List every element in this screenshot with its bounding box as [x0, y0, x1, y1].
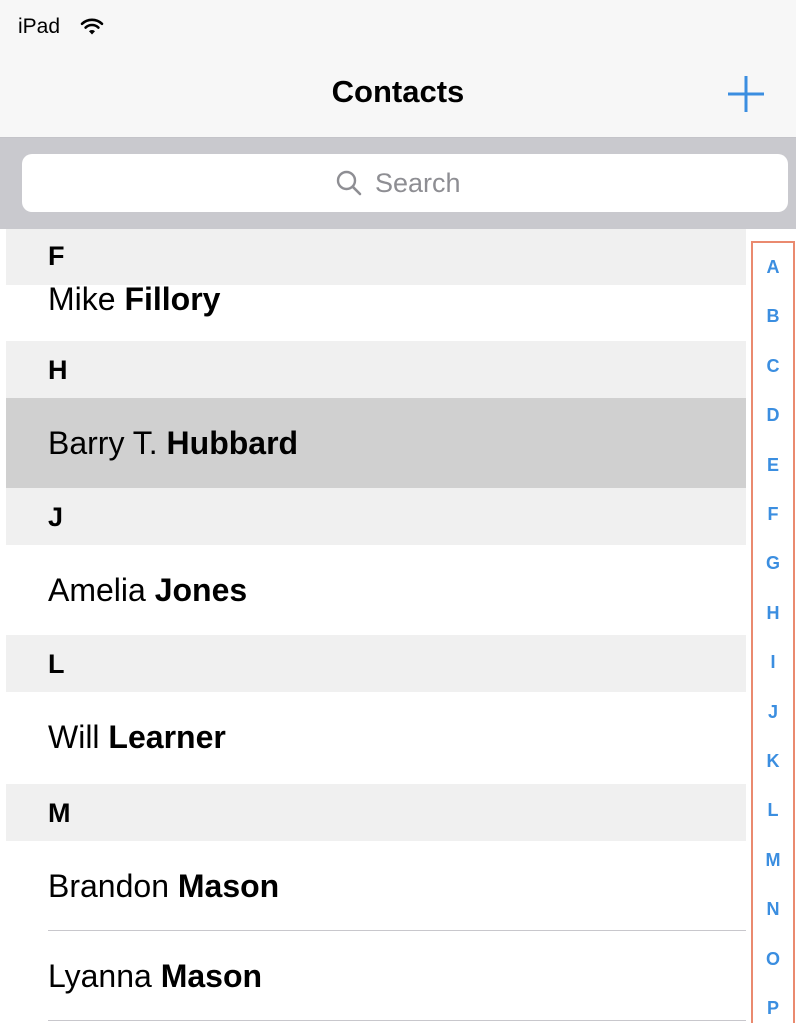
contact-name: Brandon Mason [48, 868, 280, 904]
contacts-list[interactable]: F Mike Fillory H Barry T. Hubbard J Amel… [6, 229, 746, 1023]
section-letter: F [48, 241, 65, 271]
add-contact-button[interactable] [724, 72, 768, 116]
contact-row-amelia-jones[interactable]: Amelia Jones [6, 545, 746, 635]
section-header-l: L [6, 635, 746, 692]
contact-name: Mike Fillory [48, 281, 221, 317]
index-letter-d[interactable]: D [753, 405, 793, 426]
section-letter: M [48, 798, 71, 828]
index-letter-h[interactable]: H [753, 603, 793, 624]
contact-row-mike-fillory[interactable]: Mike Fillory [6, 281, 746, 341]
row-divider [48, 1020, 746, 1021]
index-letter-o[interactable]: O [753, 949, 793, 970]
section-letter: L [48, 649, 65, 679]
section-header-m: M [6, 784, 746, 841]
section-header-j: J [6, 488, 746, 545]
contact-row-will-learner[interactable]: Will Learner [6, 692, 746, 782]
contact-row-barry-hubbard[interactable]: Barry T. Hubbard [6, 398, 746, 488]
status-device-label: iPad [18, 15, 61, 38]
contact-row-lyanna-mason[interactable]: Lyanna Mason [6, 931, 746, 1021]
search-input[interactable] [375, 167, 475, 199]
search-icon [336, 170, 362, 196]
section-header-f: F [6, 229, 746, 285]
index-letter-g[interactable]: G [753, 553, 793, 574]
index-letter-n[interactable]: N [753, 899, 793, 920]
index-letter-a[interactable]: A [753, 257, 793, 278]
section-letter: H [48, 355, 68, 385]
index-letter-b[interactable]: B [753, 306, 793, 327]
contact-name: Will Learner [48, 719, 226, 755]
index-letter-m[interactable]: M [753, 850, 793, 871]
index-letter-c[interactable]: C [753, 356, 793, 377]
section-letter: J [48, 502, 64, 532]
section-index-bar[interactable]: A B C D E F G H I J K L M N O P [751, 241, 795, 1023]
search-area [0, 138, 796, 229]
index-letter-j[interactable]: J [753, 702, 793, 723]
contact-name: Amelia Jones [48, 572, 248, 608]
index-letter-f[interactable]: F [753, 504, 793, 525]
search-field[interactable] [22, 154, 788, 212]
section-header-h: H [6, 341, 746, 398]
navigation-bar: Contacts [0, 50, 796, 138]
index-letter-p[interactable]: P [753, 998, 793, 1019]
index-letter-i[interactable]: I [753, 652, 793, 673]
index-letter-e[interactable]: E [753, 455, 793, 476]
contact-name: Barry T. Hubbard [48, 425, 299, 461]
status-bar: iPad [0, 0, 796, 50]
index-letter-k[interactable]: K [753, 751, 793, 772]
index-letter-l[interactable]: L [753, 800, 793, 821]
contact-name: Lyanna Mason [48, 958, 263, 994]
contact-row-brandon-mason[interactable]: Brandon Mason [6, 841, 746, 931]
wifi-icon [80, 18, 104, 35]
page-title: Contacts [331, 74, 465, 109]
